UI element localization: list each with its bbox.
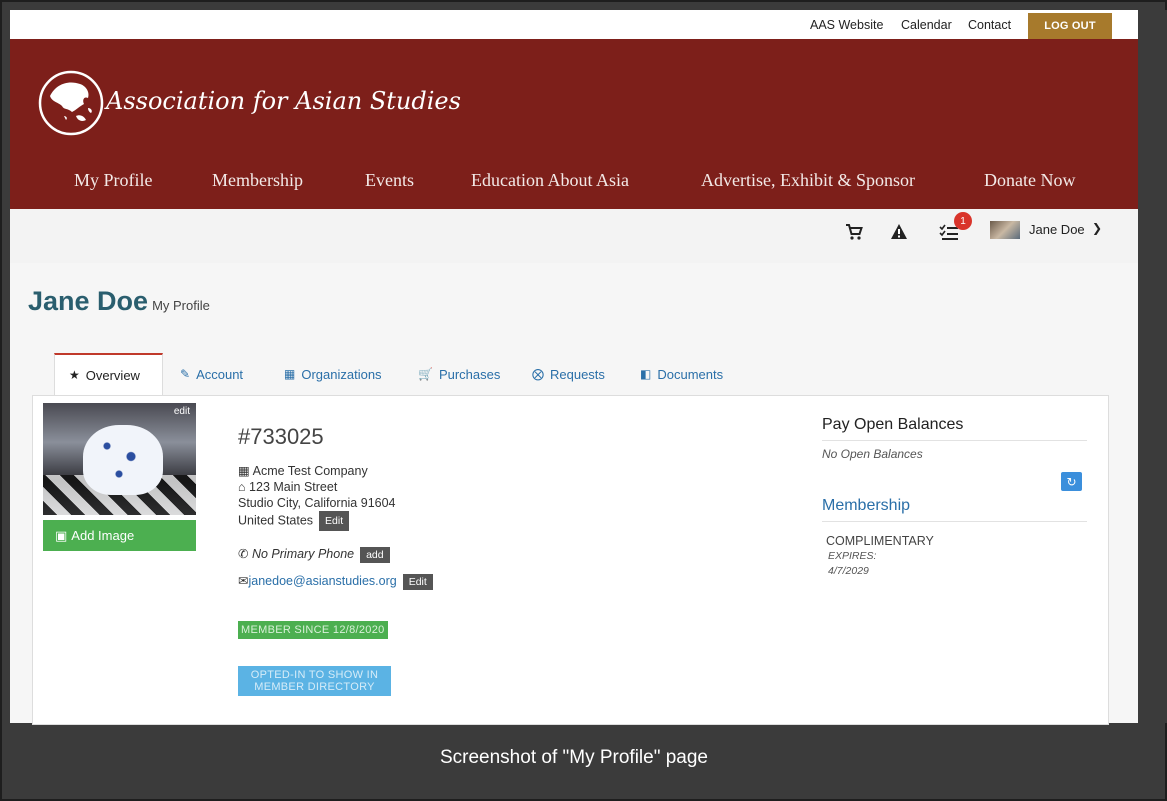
right-edge-bar bbox=[1138, 10, 1167, 723]
refresh-icon[interactable]: ↻ bbox=[1061, 472, 1082, 491]
edit-icon: ✎ bbox=[180, 367, 191, 381]
tab-requests[interactable]: ⨂ Requests bbox=[532, 353, 605, 395]
tab-organizations-label: Organizations bbox=[301, 366, 382, 382]
tab-purchases[interactable]: 🛒 Purchases bbox=[418, 353, 500, 395]
photo-edit-link[interactable]: edit bbox=[174, 406, 190, 417]
balances-title: Pay Open Balances bbox=[822, 416, 1087, 441]
image-icon: ▣ bbox=[55, 527, 68, 543]
expires-label: EXPIRES: bbox=[828, 550, 877, 562]
profile-photo: edit bbox=[43, 403, 196, 515]
company-name: Acme Test Company bbox=[252, 464, 368, 478]
member-number: #733025 bbox=[238, 424, 324, 449]
edit-email-button[interactable]: Edit bbox=[402, 573, 433, 590]
warning-icon[interactable] bbox=[890, 223, 908, 246]
user-name[interactable]: Jane Doe bbox=[1029, 222, 1085, 237]
cart-icon[interactable] bbox=[845, 223, 863, 246]
building-icon: ▦ bbox=[238, 464, 250, 478]
edit-address-button[interactable]: Edit bbox=[319, 511, 350, 531]
page-title: Jane Doe My Profile bbox=[28, 286, 210, 317]
email-link[interactable]: janedoe@asianstudies.org bbox=[248, 574, 396, 588]
tab-account[interactable]: ✎ Account bbox=[180, 353, 243, 395]
nav-advertise[interactable]: Advertise, Exhibit & Sponsor bbox=[701, 170, 915, 191]
tab-overview-label: Overview bbox=[85, 367, 140, 383]
street-address: 123 Main Street bbox=[249, 480, 338, 494]
add-image-label: Add Image bbox=[71, 528, 135, 543]
site-header: Association for Asian Studies My Profile… bbox=[10, 39, 1138, 209]
documents-icon: ◧ bbox=[640, 367, 652, 381]
home-icon: ⌂ bbox=[238, 480, 246, 494]
cart-icon: 🛒 bbox=[418, 367, 433, 381]
balances-text: No Open Balances bbox=[822, 447, 923, 461]
country: United States bbox=[238, 513, 314, 528]
page-subtitle: My Profile bbox=[152, 298, 210, 313]
tab-documents-label: Documents bbox=[657, 366, 724, 382]
add-image-button[interactable]: ▣ Add Image bbox=[43, 520, 196, 551]
x-circle-icon: ⨂ bbox=[532, 367, 544, 381]
aas-website-link[interactable]: AAS Website bbox=[810, 18, 883, 32]
globe-logo-icon bbox=[38, 70, 104, 136]
logout-button[interactable]: LOG OUT bbox=[1028, 13, 1112, 39]
logo-text: Association for Asian Studies bbox=[106, 87, 461, 115]
photo-elephant bbox=[83, 425, 163, 495]
avatar[interactable] bbox=[990, 221, 1020, 239]
envelope-icon: ✉ bbox=[238, 574, 249, 588]
nav-membership[interactable]: Membership bbox=[212, 170, 303, 191]
site-logo[interactable]: Association for Asian Studies bbox=[38, 66, 461, 138]
add-phone-button[interactable]: add bbox=[360, 546, 390, 563]
tab-documents[interactable]: ◧ Documents bbox=[640, 353, 723, 395]
directory-optin-badge: OPTED-IN TO SHOW IN MEMBER DIRECTORY bbox=[238, 666, 391, 696]
city-state-zip: Studio City, California 91604 bbox=[238, 496, 396, 510]
phone-row: ✆ No Primary Phone add bbox=[238, 546, 390, 563]
tab-organizations[interactable]: ▦ Organizations bbox=[284, 353, 382, 395]
tab-account-label: Account bbox=[196, 366, 244, 382]
membership-type: COMPLIMENTARY bbox=[826, 534, 934, 548]
building-icon: ▦ bbox=[284, 367, 296, 381]
account-sidebar: Pay Open Balances No Open Balances ↻ Mem… bbox=[822, 416, 1087, 578]
phone-value: No Primary Phone bbox=[251, 547, 355, 561]
overview-panel: edit ▣ Add Image #733025 ▦ Acme Test Com… bbox=[32, 395, 1109, 725]
page-title-name: Jane Doe bbox=[28, 286, 149, 316]
phone-icon: ✆ bbox=[238, 547, 249, 561]
email-row: ✉janedoe@asianstudies.org Edit bbox=[238, 573, 433, 590]
expires-date: 4/7/2029 bbox=[828, 565, 869, 577]
tab-requests-label: Requests bbox=[550, 366, 605, 382]
screenshot-caption: Screenshot of "My Profile" page bbox=[439, 747, 708, 768]
nav-donate-now[interactable]: Donate Now bbox=[984, 170, 1075, 191]
tab-overview[interactable]: ★ Overview bbox=[54, 353, 163, 395]
member-since-badge: MEMBER SINCE 12/8/2020 bbox=[238, 621, 388, 639]
tab-purchases-label: Purchases bbox=[438, 366, 501, 382]
nav-events[interactable]: Events bbox=[365, 170, 414, 191]
chevron-down-icon[interactable]: ❯ bbox=[1092, 221, 1102, 235]
star-icon: ★ bbox=[69, 368, 80, 382]
address-block: ▦ Acme Test Company ⌂ 123 Main Street St… bbox=[238, 463, 396, 531]
contact-link[interactable]: Contact bbox=[968, 18, 1011, 32]
membership-title: Membership bbox=[822, 497, 1087, 522]
utility-bar: AAS Website Calendar Contact LOG OUT bbox=[10, 10, 1138, 39]
main-nav: My Profile Membership Events Education A… bbox=[10, 170, 1138, 194]
user-toolbar: 1 Jane Doe ❯ bbox=[10, 209, 1138, 263]
nav-my-profile[interactable]: My Profile bbox=[74, 170, 153, 191]
calendar-link[interactable]: Calendar bbox=[901, 18, 952, 32]
task-count-badge: 1 bbox=[954, 212, 972, 230]
nav-education-about-asia[interactable]: Education About Asia bbox=[471, 170, 629, 191]
